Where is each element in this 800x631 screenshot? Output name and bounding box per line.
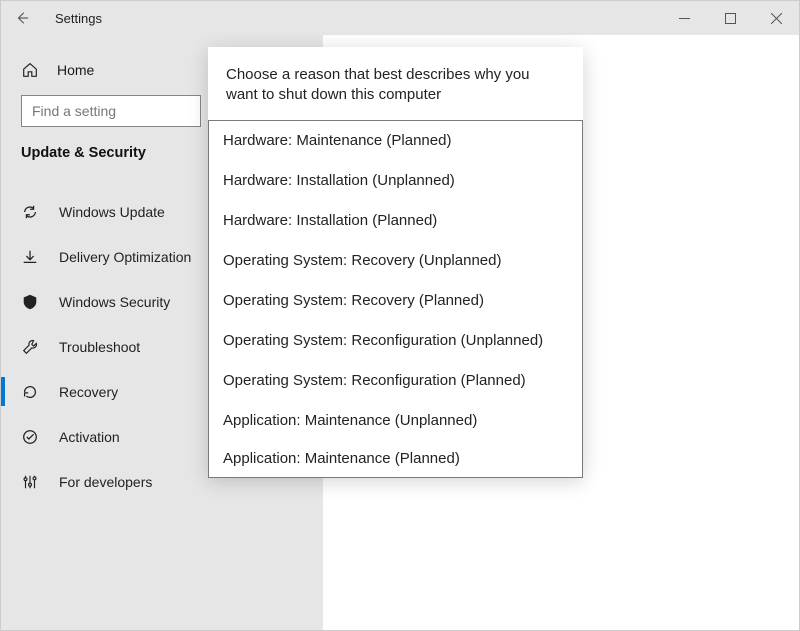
reason-option[interactable]: Operating System: Reconfiguration (Plann…	[209, 361, 582, 401]
maximize-button[interactable]	[707, 1, 753, 35]
sidebar-item-label: Activation	[59, 429, 120, 445]
home-icon	[21, 61, 39, 79]
recovery-icon	[21, 383, 39, 401]
reason-option[interactable]: Application: Maintenance (Unplanned)	[209, 401, 582, 441]
minimize-icon	[679, 13, 690, 24]
sidebar-item-label: For developers	[59, 474, 152, 490]
close-icon	[771, 13, 782, 24]
search-input[interactable]	[21, 95, 201, 127]
sync-icon	[21, 203, 39, 221]
sidebar-item-label: Recovery	[59, 384, 118, 400]
titlebar: Settings	[1, 1, 799, 35]
close-button[interactable]	[753, 1, 799, 35]
download-icon	[21, 248, 39, 266]
back-button[interactable]	[1, 11, 27, 25]
minimize-button[interactable]	[661, 1, 707, 35]
reason-option[interactable]: Operating System: Recovery (Unplanned)	[209, 241, 582, 281]
sliders-icon	[21, 473, 39, 491]
reason-option[interactable]: Hardware: Installation (Unplanned)	[209, 161, 582, 201]
check-circle-icon	[21, 428, 39, 446]
reason-listbox[interactable]: Hardware: Maintenance (Planned) Hardware…	[208, 120, 583, 478]
sidebar-home-label: Home	[57, 62, 94, 78]
sidebar-item-label: Delivery Optimization	[59, 249, 191, 265]
dialog-prompt: Choose a reason that best describes why …	[222, 65, 569, 120]
reason-option[interactable]: Application: Maintenance (Planned)	[209, 441, 582, 477]
reason-option[interactable]: Hardware: Installation (Planned)	[209, 201, 582, 241]
sidebar-item-label: Windows Update	[59, 204, 165, 220]
reason-option[interactable]: Hardware: Maintenance (Planned)	[209, 121, 582, 161]
window-title: Settings	[27, 11, 102, 26]
shutdown-reason-dialog: Choose a reason that best describes why …	[208, 47, 583, 477]
reason-option[interactable]: Operating System: Reconfiguration (Unpla…	[209, 321, 582, 361]
reason-option[interactable]: Operating System: Recovery (Planned)	[209, 281, 582, 321]
shield-icon	[21, 293, 39, 311]
wrench-icon	[21, 338, 39, 356]
maximize-icon	[725, 13, 736, 24]
sidebar-item-label: Troubleshoot	[59, 339, 140, 355]
sidebar-item-label: Windows Security	[59, 294, 170, 310]
